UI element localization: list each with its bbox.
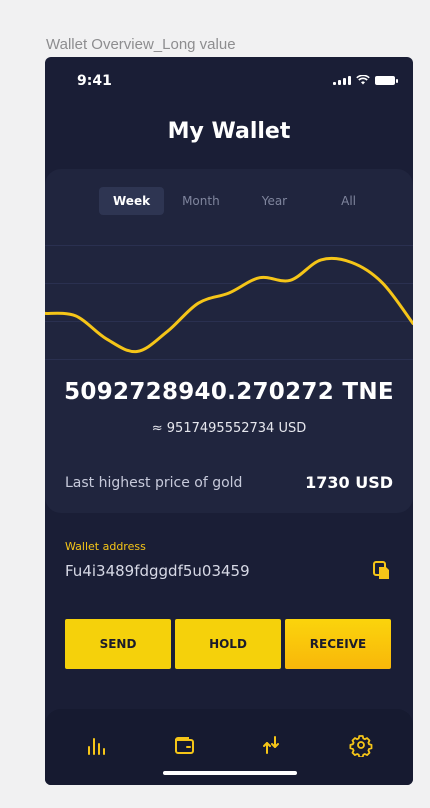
action-buttons: SEND HOLD RECEIVE xyxy=(65,619,391,669)
chart-icon[interactable] xyxy=(84,733,108,757)
frame-label: Wallet Overview_Long value xyxy=(46,36,236,53)
gold-price-value: 1730 USD xyxy=(305,473,393,492)
send-button[interactable]: SEND xyxy=(65,619,171,669)
gold-price-label: Last highest price of gold xyxy=(65,475,243,491)
wallet-balance: 5092728940.270272 TNE xyxy=(64,379,394,405)
signal-icon xyxy=(333,75,351,85)
receive-button[interactable]: RECEIVE xyxy=(285,619,391,669)
home-indicator xyxy=(163,771,297,775)
period-tabs: Week Month Year All xyxy=(99,187,370,215)
settings-icon[interactable] xyxy=(349,733,373,757)
status-time: 9:41 xyxy=(77,73,112,89)
hold-button[interactable]: HOLD xyxy=(175,619,281,669)
tab-month[interactable]: Month xyxy=(168,187,234,215)
page-title: My Wallet xyxy=(167,119,291,144)
transfer-icon[interactable] xyxy=(259,733,283,757)
wallet-icon[interactable] xyxy=(172,733,196,757)
price-chart-line xyxy=(45,256,413,354)
status-bar: 9:41 xyxy=(45,57,413,105)
wallet-address: Fu4i3489fdggdf5u03459 xyxy=(65,562,250,580)
tab-year[interactable]: Year xyxy=(248,187,301,215)
price-chart xyxy=(45,256,413,354)
tab-all[interactable]: All xyxy=(327,187,370,215)
wallet-address-label: Wallet address xyxy=(65,540,146,553)
battery-icon xyxy=(375,76,398,85)
phone-screen: 9:41 My Wallet Week Month Year All 50927… xyxy=(45,57,413,785)
balance-usd-equivalent: ≈ 9517495552734 USD xyxy=(151,421,307,436)
status-icons xyxy=(333,75,398,85)
copy-icon[interactable] xyxy=(373,561,391,581)
tab-week[interactable]: Week xyxy=(99,187,165,215)
wifi-icon xyxy=(356,75,370,85)
